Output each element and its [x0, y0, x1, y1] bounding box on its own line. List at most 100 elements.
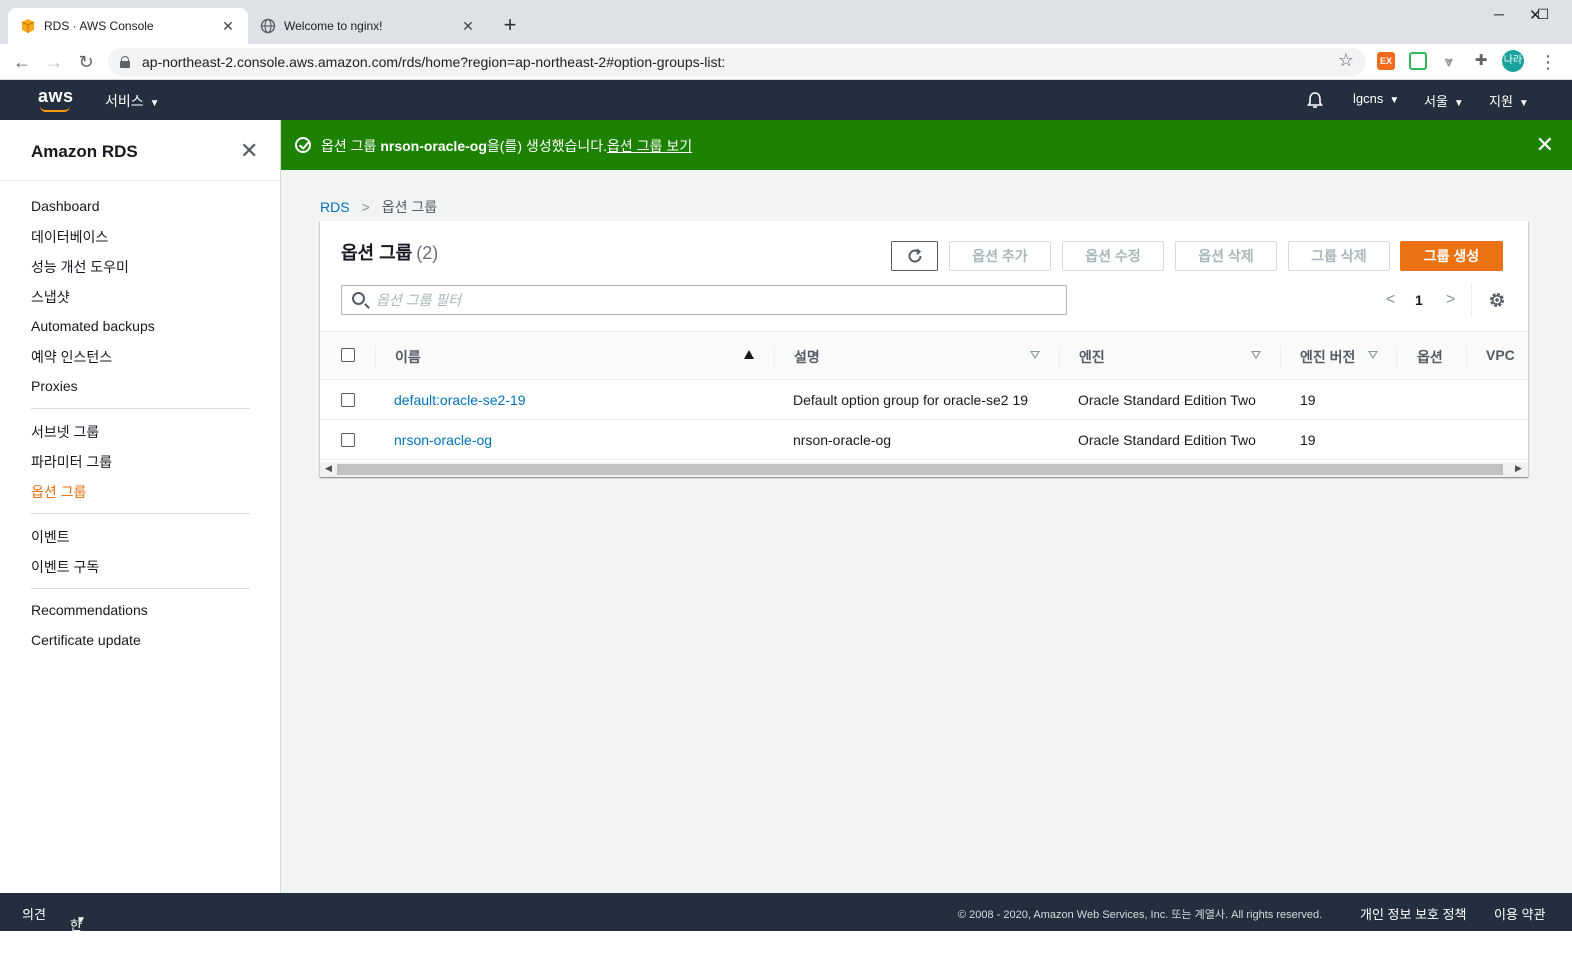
address-bar: ← → ↻ ap-northeast-2.console.aws.amazon.…	[0, 44, 1572, 80]
extension-green-icon[interactable]	[1409, 52, 1427, 70]
aws-logo[interactable]: aws	[38, 86, 74, 112]
privacy-policy-link[interactable]: 개인 정보 보호 정책	[1360, 904, 1467, 923]
description-cell: Default option group for oracle-se2 19	[793, 392, 1029, 408]
column-header-name[interactable]: 이름	[395, 347, 421, 367]
console-footer: 의견 한국어 ▼ © 2008 - 2020, Amazon Web Servic…	[0, 893, 1572, 971]
account-menu[interactable]: lgcns ▼	[1353, 91, 1399, 106]
column-divider	[1466, 346, 1467, 368]
sort-ascending-icon[interactable]	[744, 350, 754, 359]
reload-icon[interactable]: ↻	[74, 50, 98, 74]
extension-v-icon[interactable]: ⩔	[1440, 52, 1458, 70]
sidebar-item-parameter-groups[interactable]: 파라미터 그룹	[31, 452, 112, 472]
extension-icon[interactable]: EX	[1377, 52, 1395, 70]
url-text: ap-northeast-2.console.aws.amazon.com/rd…	[142, 54, 726, 70]
chevron-right-icon[interactable]: >	[1446, 291, 1455, 309]
caret-down-icon: ▼	[149, 98, 160, 109]
bell-icon[interactable]	[1305, 90, 1325, 113]
column-header-vpc[interactable]: VPC	[1486, 347, 1515, 363]
sidebar-item-snapshots[interactable]: 스냅샷	[31, 287, 70, 307]
horizontal-scrollbar[interactable]: ◀ ▶	[320, 462, 1528, 477]
sidebar-item-proxies[interactable]: Proxies	[31, 378, 78, 394]
support-label: 지원	[1489, 94, 1513, 109]
column-header-description[interactable]: 설명	[794, 347, 820, 367]
sidebar-item-events[interactable]: 이벤트	[31, 527, 70, 547]
tab-nginx[interactable]: Welcome to nginx! ✕	[248, 8, 488, 44]
puzzle-icon[interactable]: ✚	[1472, 52, 1490, 70]
engine-cell: Oracle Standard Edition Two	[1078, 432, 1256, 448]
sidebar-item-certificate-update[interactable]: Certificate update	[31, 632, 141, 648]
close-icon[interactable]: ✕	[1536, 132, 1554, 158]
caret-down-icon: ▼	[1453, 98, 1464, 109]
aws-logo-text: aws	[38, 86, 74, 106]
delete-option-button[interactable]: 옵션 삭제	[1175, 241, 1277, 271]
sort-icon[interactable]	[1251, 351, 1261, 359]
modify-option-button[interactable]: 옵션 수정	[1062, 241, 1164, 271]
scrollbar-thumb[interactable]	[337, 464, 1503, 475]
column-header-engine-version[interactable]: 엔진 버전	[1300, 347, 1355, 367]
divider	[31, 513, 250, 514]
column-header-options[interactable]: 옵션	[1417, 347, 1443, 367]
chevron-left-icon[interactable]: <	[1386, 291, 1395, 309]
sidebar-item-reserved-instances[interactable]: 예약 인스턴스	[31, 347, 112, 367]
select-all-checkbox[interactable]	[341, 348, 355, 362]
refresh-button[interactable]	[891, 241, 938, 271]
column-divider	[774, 346, 775, 368]
table-row: default:oracle-se2-19 Default option gro…	[320, 380, 1528, 420]
aws-box-icon	[20, 18, 36, 34]
option-group-name-link[interactable]: default:oracle-se2-19	[394, 392, 526, 408]
close-icon[interactable]: ✕	[240, 138, 258, 164]
browser-tab-bar: RDS · AWS Console ✕ Welcome to nginx! ✕ …	[0, 0, 1572, 44]
filter-input[interactable]	[376, 290, 1056, 310]
menu-dots-icon[interactable]: ⋮	[1536, 50, 1560, 74]
sidebar-item-databases[interactable]: 데이터베이스	[31, 227, 108, 247]
description-cell: nrson-oracle-og	[793, 432, 892, 448]
row-checkbox[interactable]	[341, 433, 355, 447]
add-option-button[interactable]: 옵션 추가	[949, 241, 1051, 271]
profile-avatar[interactable]: 나라	[1502, 50, 1524, 72]
delete-group-button[interactable]: 그룹 삭제	[1288, 241, 1390, 271]
engine-cell: Oracle Standard Edition Two	[1078, 392, 1256, 408]
chevron-right-icon: >	[361, 199, 370, 215]
region-menu[interactable]: 서울 ▼	[1424, 91, 1464, 110]
close-icon[interactable]: ✕	[460, 18, 476, 35]
panel-title: 옵션 그룹 (2)	[341, 239, 438, 265]
url-field[interactable]: ap-northeast-2.console.aws.amazon.com/rd…	[108, 48, 1366, 76]
view-option-group-link[interactable]: 옵션 그룹 보기	[607, 138, 692, 154]
support-menu[interactable]: 지원 ▼	[1489, 91, 1529, 110]
sidebar-item-event-subscriptions[interactable]: 이벤트 구독	[31, 557, 99, 577]
sidebar-item-dashboard[interactable]: Dashboard	[31, 198, 100, 214]
table-header: 이름 설명 엔진 엔진 버전 옵션 VPC	[320, 331, 1528, 380]
aws-smile-icon	[40, 106, 70, 112]
gear-icon[interactable]	[1488, 291, 1506, 309]
sort-icon[interactable]	[1368, 351, 1378, 359]
sidebar-item-option-groups[interactable]: 옵션 그룹	[31, 482, 86, 502]
sort-icon[interactable]	[1030, 351, 1040, 359]
forward-icon[interactable]: →	[42, 50, 66, 74]
close-window-icon[interactable]: ✕	[1529, 6, 1542, 24]
terms-link[interactable]: 이용 약관	[1494, 904, 1545, 923]
new-tab-button[interactable]: +	[498, 14, 522, 38]
sidebar-item-automated-backups[interactable]: Automated backups	[31, 318, 155, 334]
panel-title-text: 옵션 그룹	[341, 243, 413, 263]
sidebar-item-performance-insights[interactable]: 성능 개선 도우미	[31, 257, 129, 277]
lock-icon	[120, 56, 130, 68]
region-label: 서울	[1424, 94, 1448, 109]
tab-rds-console[interactable]: RDS · AWS Console ✕	[8, 8, 248, 44]
account-label: lgcns	[1353, 91, 1384, 106]
column-header-engine[interactable]: 엔진	[1079, 347, 1105, 367]
feedback-link[interactable]: 의견	[22, 904, 46, 923]
scroll-right-icon[interactable]: ▶	[1515, 463, 1522, 474]
sidebar-item-recommendations[interactable]: Recommendations	[31, 602, 148, 618]
divider	[31, 588, 250, 589]
back-icon[interactable]: ←	[10, 50, 34, 74]
close-icon[interactable]: ✕	[220, 18, 236, 35]
option-group-name-link[interactable]: nrson-oracle-og	[394, 432, 492, 448]
breadcrumb-rds-link[interactable]: RDS	[320, 199, 350, 215]
sidebar-item-subnet-groups[interactable]: 서브넷 그룹	[31, 422, 99, 442]
page-number[interactable]: 1	[1415, 292, 1423, 308]
scroll-left-icon[interactable]: ◀	[325, 463, 332, 474]
create-group-button[interactable]: 그룹 생성	[1400, 241, 1503, 271]
row-checkbox[interactable]	[341, 393, 355, 407]
bookmark-star-icon[interactable]: ☆	[1338, 50, 1354, 71]
services-menu[interactable]: 서비스 ▼	[105, 91, 160, 111]
